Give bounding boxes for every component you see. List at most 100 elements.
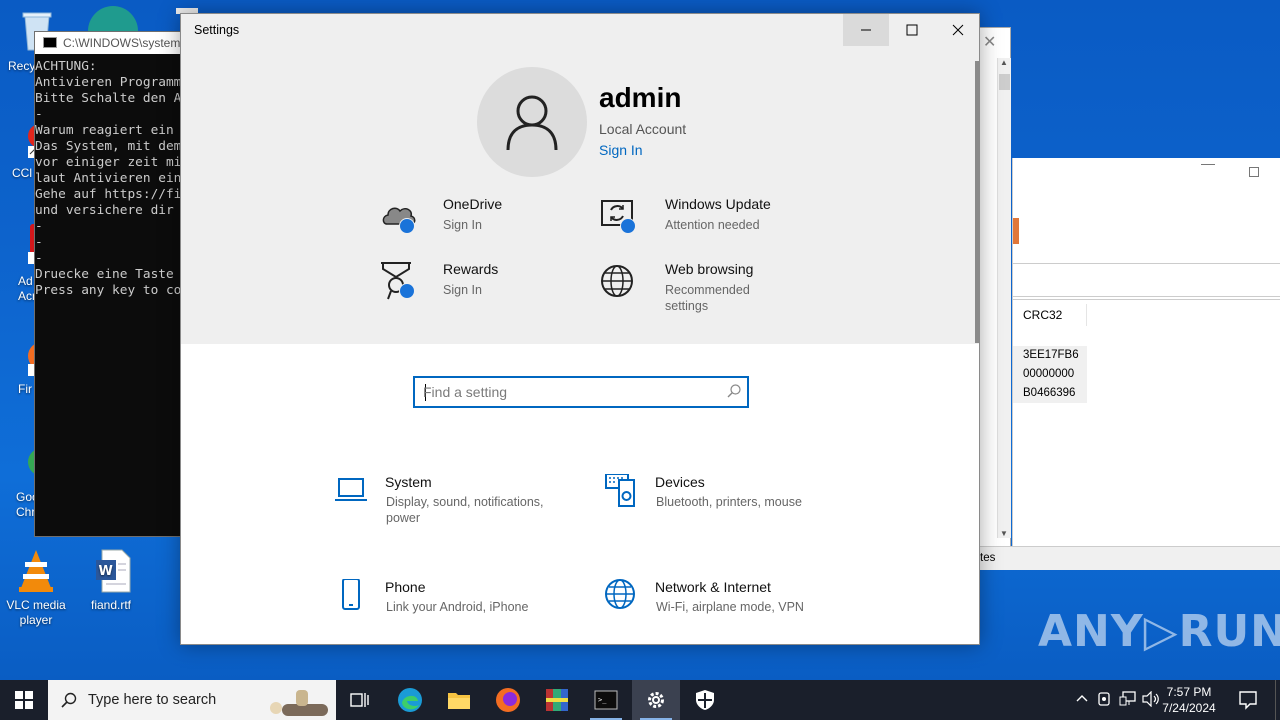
clock[interactable]: 7:57 PM 7/24/2024 bbox=[1154, 684, 1224, 716]
devices-icon bbox=[605, 474, 635, 507]
status-bar: tes bbox=[979, 546, 1280, 570]
vlc-icon bbox=[15, 548, 57, 594]
tile-web-browsing[interactable]: Web browsing Recommended settings bbox=[601, 261, 801, 331]
account-sign-in-link[interactable]: Sign In bbox=[599, 142, 643, 158]
phone-icon bbox=[342, 579, 360, 610]
tile-title: OneDrive bbox=[443, 196, 503, 212]
category-network-internet[interactable]: Network & Internet Wi-Fi, airplane mode,… bbox=[605, 579, 835, 629]
category-subtitle: Wi-Fi, airplane mode, VPN bbox=[656, 600, 804, 614]
show-desktop-button[interactable] bbox=[1275, 680, 1280, 720]
settings-titlebar[interactable]: Settings bbox=[181, 14, 979, 48]
taskbar-security[interactable] bbox=[681, 680, 729, 720]
taskbar-winrar[interactable] bbox=[533, 680, 581, 720]
close-button[interactable] bbox=[935, 14, 981, 46]
close-icon[interactable]: ✕ bbox=[983, 32, 996, 52]
taskbar-search-placeholder: Type here to search bbox=[88, 692, 217, 708]
category-system[interactable]: System Display, sound, notifications, po… bbox=[335, 474, 565, 534]
settings-window[interactable]: Settings admin Local Account Sign In One… bbox=[180, 13, 980, 645]
gear-icon bbox=[648, 692, 664, 708]
user-icon bbox=[506, 95, 558, 151]
category-phone[interactable]: Phone Link your Android, iPhone bbox=[335, 579, 565, 629]
crc-cell[interactable]: 00000000 bbox=[1013, 365, 1087, 384]
crc-table: CRC32 3EE17FB6 00000000 B0466396 bbox=[1013, 304, 1280, 403]
account-hero: admin Local Account Sign In OneDrive Sig… bbox=[181, 48, 979, 344]
category-devices[interactable]: Devices Bluetooth, printers, mouse bbox=[605, 474, 835, 534]
tile-title: Windows Update bbox=[665, 196, 771, 212]
cmd-titlebar[interactable]: C:\WINDOWS\system bbox=[35, 32, 193, 54]
shield-icon bbox=[696, 690, 714, 710]
category-subtitle: Display, sound, notifications, power bbox=[386, 495, 544, 525]
firefox-icon bbox=[496, 688, 520, 712]
windows-logo-icon bbox=[15, 691, 33, 709]
close-icon bbox=[952, 24, 964, 36]
maximize-icon[interactable] bbox=[1249, 167, 1259, 177]
notifications-icon[interactable] bbox=[1238, 690, 1258, 713]
category-title: Devices bbox=[655, 474, 705, 490]
globe-icon bbox=[605, 579, 635, 609]
svg-text:>_: >_ bbox=[598, 696, 607, 704]
toolbar bbox=[1013, 210, 1280, 264]
account-type: Local Account bbox=[599, 121, 687, 137]
network-icon[interactable] bbox=[1119, 691, 1137, 710]
edge-desktop-icon-partial[interactable] bbox=[88, 6, 138, 32]
anyrun-watermark: ANY▷RUN bbox=[1038, 606, 1280, 657]
taskbar-settings[interactable] bbox=[632, 680, 680, 720]
scroll-up-icon[interactable]: ▲ bbox=[1000, 58, 1008, 67]
hash-window[interactable]: CRC32 3EE17FB6 00000000 B0466396 tes bbox=[979, 158, 1280, 570]
word-document-icon: W bbox=[90, 548, 132, 594]
status-text: tes bbox=[980, 552, 996, 564]
scroll-thumb[interactable] bbox=[999, 74, 1010, 90]
desktop: Recy CCl Ad Acr Fir Goo Chr VLC media pl… bbox=[0, 0, 1280, 680]
desktop-icon-label: VLC media player bbox=[6, 598, 66, 627]
crc-cell[interactable]: B0466396 bbox=[1013, 384, 1087, 403]
splitter[interactable] bbox=[1013, 296, 1280, 300]
svg-text:W: W bbox=[99, 564, 113, 579]
category-title: System bbox=[385, 474, 432, 490]
edge-icon bbox=[398, 688, 422, 712]
category-title: Network & Internet bbox=[655, 579, 771, 595]
minimize-icon bbox=[861, 29, 871, 31]
scroll-down-icon[interactable]: ▼ bbox=[1000, 529, 1008, 538]
scrollbar[interactable] bbox=[975, 61, 979, 343]
search-input[interactable] bbox=[423, 381, 713, 403]
taskbar-file-explorer[interactable] bbox=[435, 680, 483, 720]
desktop-icon-label: fiand.rtf bbox=[90, 598, 132, 612]
taskbar-firefox[interactable] bbox=[484, 680, 532, 720]
task-view-icon bbox=[350, 693, 369, 707]
scrollbar[interactable]: ▲ ▼ bbox=[997, 58, 1011, 538]
account-name: admin bbox=[599, 82, 682, 113]
find-setting-search[interactable] bbox=[413, 376, 749, 408]
minimize-button[interactable] bbox=[843, 14, 889, 46]
taskbar-edge[interactable] bbox=[386, 680, 434, 720]
console-icon: >_ bbox=[594, 690, 618, 710]
taskbar-cmd[interactable]: >_ bbox=[582, 680, 630, 720]
maximize-button[interactable] bbox=[889, 14, 935, 46]
start-button[interactable] bbox=[0, 680, 48, 720]
tile-subtitle: Sign In bbox=[443, 218, 482, 232]
background-window[interactable]: ✕ ▲ ▼ bbox=[978, 27, 1011, 547]
search-icon bbox=[61, 692, 77, 708]
toolbar-icon-partial[interactable] bbox=[1013, 218, 1019, 244]
cmd-title: C:\WINDOWS\system bbox=[63, 36, 181, 50]
minimize-icon[interactable] bbox=[1201, 164, 1215, 165]
cmd-output: ACHTUNG: Antivieren Programm Bitte Schal… bbox=[35, 59, 182, 298]
task-view-button[interactable] bbox=[336, 680, 384, 720]
tile-windows-update[interactable]: Windows Update Attention needed bbox=[601, 196, 801, 246]
taskbar-search-box[interactable]: Type here to search bbox=[48, 680, 336, 720]
crc-cell[interactable]: 3EE17FB6 bbox=[1013, 346, 1087, 365]
cmd-window[interactable]: C:\WINDOWS\system ACHTUNG: Antivieren Pr… bbox=[34, 31, 194, 537]
search-icon[interactable] bbox=[727, 384, 741, 398]
clock-time: 7:57 PM bbox=[1166, 685, 1212, 699]
crc32-column-header[interactable]: CRC32 bbox=[1013, 304, 1087, 326]
device-icon[interactable] bbox=[1096, 691, 1112, 710]
tile-subtitle: Sign In bbox=[443, 283, 482, 297]
desktop-icon-label: CCl bbox=[12, 166, 32, 180]
winrar-icon bbox=[546, 689, 568, 711]
avatar[interactable] bbox=[477, 67, 587, 177]
chevron-up-icon[interactable] bbox=[1076, 692, 1088, 706]
tile-rewards[interactable]: Rewards Sign In bbox=[381, 261, 571, 311]
maximize-icon bbox=[906, 24, 918, 36]
desktop-icon-vlc[interactable]: VLC media player bbox=[1, 548, 71, 627]
desktop-icon-fiand-rtf[interactable]: W fiand.rtf bbox=[76, 548, 146, 612]
tile-onedrive[interactable]: OneDrive Sign In bbox=[381, 196, 571, 246]
